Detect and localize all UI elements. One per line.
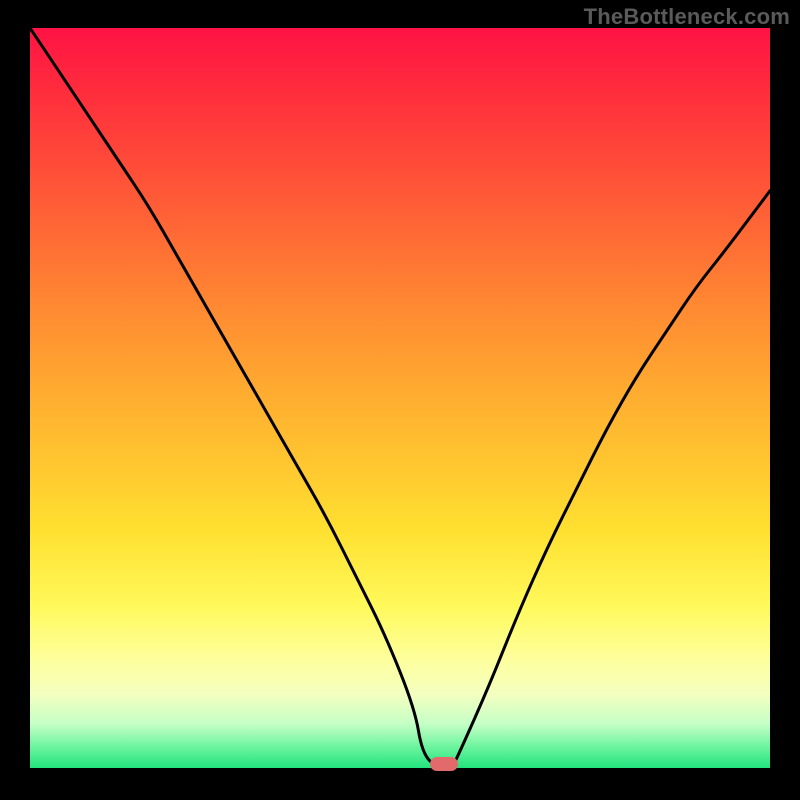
plot-area <box>30 28 770 768</box>
chart-container: TheBottleneck.com <box>0 0 800 800</box>
bottleneck-curve <box>30 28 770 768</box>
watermark-text: TheBottleneck.com <box>584 4 790 30</box>
optimal-marker <box>430 757 458 771</box>
